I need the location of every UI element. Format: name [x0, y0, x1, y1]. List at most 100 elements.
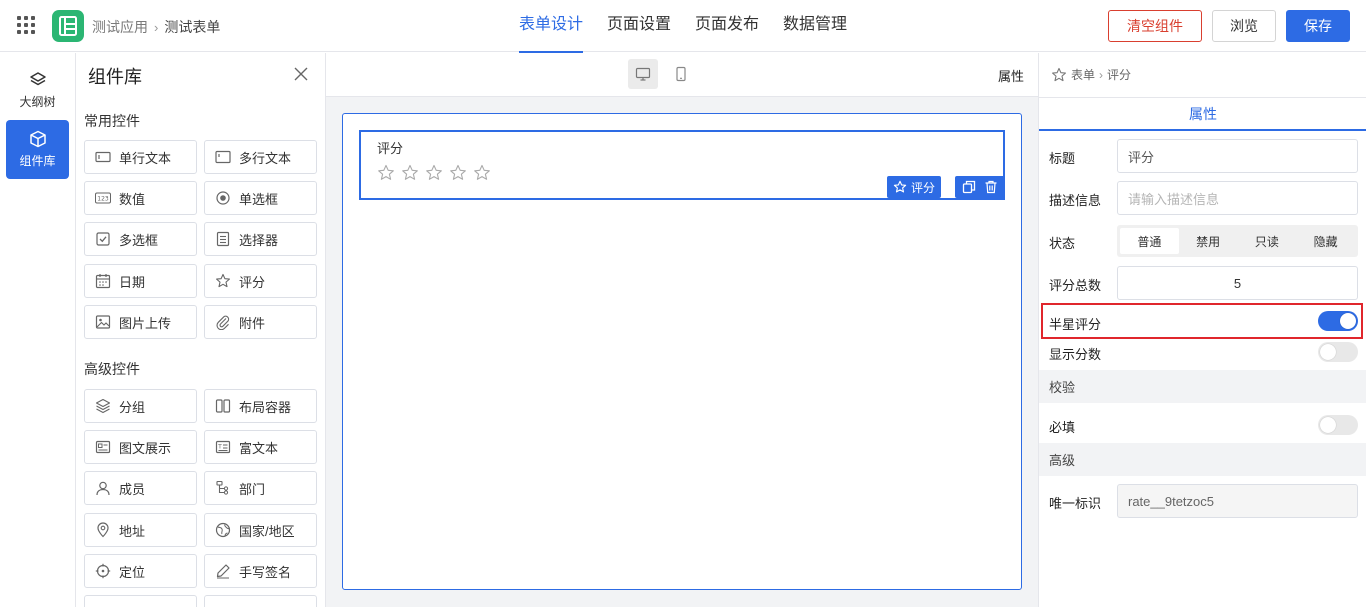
component-layout-container[interactable]: 布局容器 [204, 389, 317, 423]
component-partial[interactable] [204, 595, 317, 607]
state-label: 状态 [1049, 236, 1076, 251]
star-icon [378, 164, 394, 180]
field-label: 评分 [377, 141, 404, 156]
tab-data-management[interactable]: 数据管理 [771, 0, 859, 52]
rating-stars [377, 164, 491, 182]
component-rating[interactable]: 评分 [204, 264, 317, 298]
clear-components-button[interactable]: 清空组件 [1108, 10, 1202, 42]
breadcrumb-app[interactable]: 测试应用 [92, 17, 148, 37]
svg-text:T: T [217, 444, 222, 451]
rating-total-input[interactable]: 5 [1117, 266, 1358, 300]
component-select[interactable]: 选择器 [204, 222, 317, 256]
component-partial[interactable] [84, 595, 197, 607]
component-label: 富文本 [239, 440, 279, 456]
text-input-icon [95, 151, 111, 163]
breadcrumb-form[interactable]: 表单 [1071, 66, 1095, 83]
state-option-readonly[interactable]: 只读 [1238, 228, 1297, 254]
rail-item-outline[interactable]: 大纲树 [6, 61, 69, 120]
required-toggle[interactable] [1318, 415, 1358, 435]
unique-id-input[interactable]: rate__9tetzoc5 [1117, 484, 1358, 518]
apps-grid-icon[interactable] [17, 16, 37, 36]
component-label: 选择器 [239, 232, 279, 248]
state-option-normal[interactable]: 普通 [1120, 228, 1179, 254]
rating-field-selected[interactable]: 评分 评分 [359, 130, 1005, 200]
tab-page-publish[interactable]: 页面发布 [683, 0, 771, 52]
component-label: 国家/地区 [239, 523, 295, 539]
tab-page-settings[interactable]: 页面设置 [595, 0, 683, 52]
canvas-properties-label[interactable]: 属性 [998, 66, 1024, 85]
field-actions [955, 176, 1005, 198]
star-icon [450, 164, 466, 180]
component-label: 日期 [119, 274, 146, 290]
svg-text:123: 123 [97, 196, 109, 203]
field-type-tag[interactable]: 评分 [887, 176, 942, 198]
number-icon: 123 [95, 192, 111, 204]
map-pin-icon [97, 522, 109, 538]
component-label: 数值 [119, 191, 146, 207]
layers-icon [29, 72, 46, 86]
form-drop-area[interactable]: 评分 评分 [342, 113, 1022, 590]
component-rich-text[interactable]: T 富文本 [204, 430, 317, 464]
properties-panel: 表单 › 评分 属性 标题 评分 描述信息 请输入描述信息 状态 普通 禁用 只… [1038, 53, 1366, 607]
star-icon [893, 180, 907, 193]
preview-button[interactable]: 浏览 [1212, 10, 1276, 42]
component-date[interactable]: 日期 [84, 264, 197, 298]
component-checkbox[interactable]: 多选框 [84, 222, 197, 256]
component-label: 单行文本 [119, 150, 172, 166]
component-image-text[interactable]: 图文展示 [84, 430, 197, 464]
component-single-line-text[interactable]: 单行文本 [84, 140, 197, 174]
rail-item-components[interactable]: 组件库 [6, 120, 69, 179]
unique-id-label: 唯一标识 [1049, 496, 1102, 511]
component-label: 定位 [119, 564, 146, 580]
calendar-icon [95, 274, 111, 289]
title-label: 标题 [1049, 151, 1076, 166]
state-option-hidden[interactable]: 隐藏 [1296, 228, 1355, 254]
component-label: 多行文本 [239, 150, 292, 166]
close-icon[interactable] [294, 67, 308, 81]
title-input[interactable]: 评分 [1117, 139, 1358, 173]
component-image-upload[interactable]: 图片上传 [84, 305, 197, 339]
app-logo[interactable] [52, 10, 84, 42]
image-text-icon [95, 440, 111, 454]
component-label: 图片上传 [119, 315, 172, 331]
component-label: 单选框 [239, 191, 279, 207]
tab-properties[interactable]: 属性 [1189, 104, 1217, 124]
field-tag-label: 评分 [911, 180, 936, 195]
state-segmented-control: 普通 禁用 只读 隐藏 [1117, 225, 1358, 257]
component-country-region[interactable]: 国家/地区 [204, 513, 317, 547]
description-input[interactable]: 请输入描述信息 [1117, 181, 1358, 215]
component-number[interactable]: 123 数值 [84, 181, 197, 215]
breadcrumb-field: 评分 [1107, 68, 1132, 82]
monitor-icon [635, 67, 651, 81]
user-icon [96, 481, 110, 496]
star-icon [1052, 67, 1066, 81]
trash-icon[interactable] [984, 180, 998, 194]
component-location[interactable]: 定位 [84, 554, 197, 588]
show-score-toggle[interactable] [1318, 342, 1358, 362]
component-group[interactable]: 分组 [84, 389, 197, 423]
component-address[interactable]: 地址 [84, 513, 197, 547]
save-button[interactable]: 保存 [1286, 10, 1350, 42]
component-radio[interactable]: 单选框 [204, 181, 317, 215]
copy-icon[interactable] [962, 180, 976, 194]
component-member[interactable]: 成员 [84, 471, 197, 505]
mobile-view-button[interactable] [666, 59, 696, 89]
component-label: 评分 [239, 274, 266, 290]
tab-form-design[interactable]: 表单设计 [507, 0, 595, 53]
validation-group-header: 校验 [1039, 370, 1366, 403]
state-option-disabled[interactable]: 禁用 [1179, 228, 1238, 254]
component-signature[interactable]: 手写签名 [204, 554, 317, 588]
component-department[interactable]: 部门 [204, 471, 317, 505]
required-label: 必填 [1049, 420, 1076, 435]
form-app-icon [59, 16, 77, 36]
org-tree-icon [216, 480, 229, 495]
component-attachment[interactable]: 附件 [204, 305, 317, 339]
desktop-view-button[interactable] [628, 59, 658, 89]
half-star-toggle[interactable] [1318, 311, 1358, 331]
component-multi-line-text[interactable]: 多行文本 [204, 140, 317, 174]
section-title-advanced: 高级控件 [84, 361, 140, 377]
advanced-group-header: 高级 [1039, 443, 1366, 476]
layers-icon [95, 398, 111, 414]
main-tabs: 表单设计 页面设置 页面发布 数据管理 [507, 0, 859, 53]
rail-item-label: 大纲树 [19, 95, 56, 109]
